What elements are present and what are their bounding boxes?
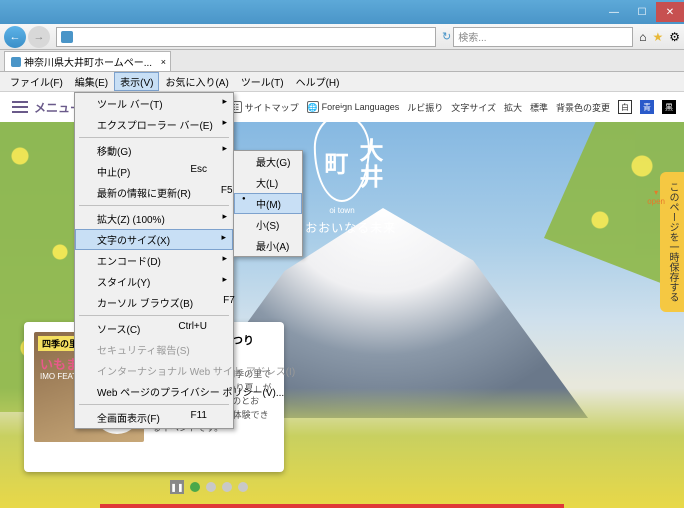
hamburger-icon — [12, 101, 28, 113]
menu-view[interactable]: 表示(V) — [114, 72, 159, 91]
logo-subtitle: oi town — [288, 206, 396, 215]
nav-back-button[interactable]: ← — [4, 26, 26, 48]
save-page-open: ▾open — [647, 188, 665, 206]
menu-zoom[interactable]: 拡大(Z) (100%) — [75, 208, 233, 229]
favorites-icon[interactable]: ★ — [652, 30, 663, 44]
nav-ruby[interactable]: ルビ振り — [407, 101, 443, 114]
settings-icon[interactable]: ⚙ — [669, 30, 680, 44]
tab-favicon — [11, 57, 21, 67]
bgcolor-blue-button[interactable]: 青 — [640, 100, 654, 114]
nav-standard-button[interactable]: 標準 — [530, 101, 548, 114]
bgcolor-black-button[interactable]: 黒 — [662, 100, 676, 114]
site-logo[interactable]: 大井町 oi town 夢 おおいなる未来 — [288, 114, 396, 236]
view-menu-dropdown: ツール バー(T) エクスプローラー バー(E) 移動(G) 中止(P)Esc … — [74, 92, 234, 429]
textsize-largest[interactable]: 最大(G) — [234, 151, 302, 172]
menu-text-size[interactable]: 文字のサイズ(X) — [75, 229, 233, 250]
carousel-controls: ❚❚ — [170, 480, 248, 494]
nav-bgcolor-label: 背景色の変更 — [556, 101, 610, 114]
window-maximize-button[interactable]: ☐ — [628, 2, 656, 22]
nav-enlarge-button[interactable]: 拡大 — [504, 101, 522, 114]
nav-sitemap[interactable]: ☷サイトマップ — [230, 101, 299, 114]
logo-gourd-icon: 大井町 — [314, 114, 370, 202]
carousel-dot-4[interactable] — [238, 482, 248, 492]
window-titlebar: — ☐ ✕ — [0, 0, 684, 24]
tab-title: 神奈川県大井町ホームペー... — [24, 54, 152, 69]
save-page-label: このページを一時保存する — [667, 182, 678, 302]
menu-privacy-policy[interactable]: Web ページのプライバシー ポリシー(V)... — [75, 381, 233, 402]
menu-refresh[interactable]: 最新の情報に更新(R)F5 — [75, 182, 233, 203]
carousel-dot-1[interactable] — [190, 482, 200, 492]
menu-separator — [79, 137, 229, 138]
menu-separator — [79, 205, 229, 206]
carousel-dot-2[interactable] — [206, 482, 216, 492]
text-size-submenu: 最大(G) 大(L) 中(M) 小(S) 最小(A) — [233, 150, 303, 257]
menu-security-report: セキュリティ報告(S) — [75, 339, 233, 360]
save-page-tab[interactable]: このページを一時保存する ▾open — [660, 172, 684, 312]
window-close-button[interactable]: ✕ — [656, 2, 684, 22]
menu-fullscreen[interactable]: 全画面表示(F)F11 — [75, 407, 233, 428]
nav-fontsize-label: 文字サイズ — [451, 101, 496, 114]
browser-search-box[interactable]: 検索... — [453, 27, 633, 47]
bgcolor-white-button[interactable]: 白 — [618, 100, 632, 114]
address-bar[interactable] — [56, 27, 436, 47]
browser-tabbar: 神奈川県大井町ホームペー... × — [0, 50, 684, 72]
textsize-smaller[interactable]: 小(S) — [234, 214, 302, 235]
textsize-larger[interactable]: 大(L) — [234, 172, 302, 193]
menu-separator — [79, 315, 229, 316]
menu-stop[interactable]: 中止(P)Esc — [75, 161, 233, 182]
menu-toolbars[interactable]: ツール バー(T) — [75, 93, 233, 114]
textsize-medium[interactable]: 中(M) — [234, 193, 302, 214]
tab-close-icon[interactable]: × — [161, 57, 166, 67]
menu-separator — [79, 404, 229, 405]
window-minimize-button[interactable]: — — [600, 2, 628, 22]
menu-style[interactable]: スタイル(Y) — [75, 271, 233, 292]
browser-menubar: ファイル(F) 編集(E) 表示(V) お気に入り(A) ツール(T) ヘルプ(… — [0, 72, 684, 92]
textsize-smallest[interactable]: 最小(A) — [234, 235, 302, 256]
menu-explorer-bar[interactable]: エクスプローラー バー(E) — [75, 114, 233, 135]
menu-file[interactable]: ファイル(F) — [4, 72, 69, 91]
browser-navbar: ← → ↻ 検索... ⌂ ★ ⚙ — [0, 24, 684, 50]
browser-tab[interactable]: 神奈川県大井町ホームペー... × — [4, 51, 171, 71]
menu-favorites[interactable]: お気に入り(A) — [159, 72, 234, 91]
carousel-dot-3[interactable] — [222, 482, 232, 492]
menu-edit[interactable]: 編集(E) — [69, 72, 114, 91]
menu-goto[interactable]: 移動(G) — [75, 140, 233, 161]
nav-forward-button: → — [28, 26, 50, 48]
page-icon — [61, 31, 73, 43]
carousel-pause-button[interactable]: ❚❚ — [170, 480, 184, 494]
logo-main-text: 大井町 — [316, 128, 386, 200]
menu-intl-address: インターナショナル Web サイト アドレス(I) — [75, 360, 233, 381]
menu-caret-browse[interactable]: カーソル ブラウズ(B)F7 — [75, 292, 233, 313]
logo-tagline: 夢 おおいなる未来 — [288, 219, 396, 236]
home-icon[interactable]: ⌂ — [639, 30, 646, 44]
nav-languages[interactable]: 🌐Foreign Languages — [307, 101, 400, 113]
menu-encoding[interactable]: エンコード(D) — [75, 250, 233, 271]
globe-icon: 🌐 — [307, 101, 319, 113]
refresh-icon[interactable]: ↻ — [442, 30, 451, 43]
menu-help[interactable]: ヘルプ(H) — [290, 72, 346, 91]
accent-bar — [100, 504, 564, 508]
menu-tools[interactable]: ツール(T) — [235, 72, 290, 91]
menu-source[interactable]: ソース(C)Ctrl+U — [75, 318, 233, 339]
